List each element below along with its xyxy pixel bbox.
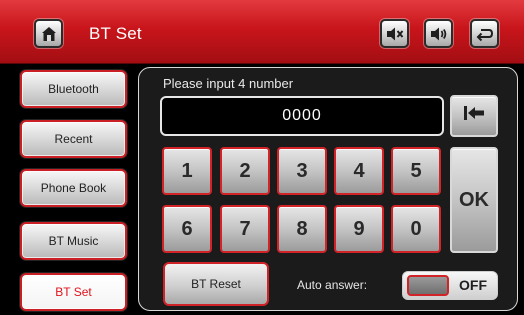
key-3[interactable]: 3	[277, 147, 327, 195]
sidebar-item-phone-book[interactable]: Phone Book	[20, 169, 127, 207]
backspace-button[interactable]	[450, 95, 498, 137]
sidebar-item-label: Recent	[54, 132, 93, 146]
home-button[interactable]	[34, 19, 63, 48]
key-7[interactable]: 7	[220, 205, 270, 253]
key-1[interactable]: 1	[162, 147, 212, 195]
key-5[interactable]: 5	[391, 147, 441, 195]
pin-input-display[interactable]: 0000	[160, 96, 444, 136]
key-2[interactable]: 2	[220, 147, 270, 195]
home-icon	[40, 25, 58, 43]
page-title: BT Set	[89, 24, 142, 43]
sidebar-item-label: BT Music	[48, 234, 99, 248]
key-0[interactable]: 0	[391, 205, 441, 253]
mute-icon	[385, 26, 405, 42]
key-6[interactable]: 6	[162, 205, 212, 253]
backspace-icon	[462, 104, 486, 128]
sidebar-item-bt-music[interactable]: BT Music	[20, 222, 127, 260]
back-button[interactable]	[470, 19, 499, 48]
auto-answer-label: Auto answer:	[297, 278, 368, 292]
toggle-state: OFF	[459, 277, 487, 293]
mute-button[interactable]	[380, 19, 409, 48]
key-4[interactable]: 4	[334, 147, 384, 195]
ok-button[interactable]: OK	[450, 147, 498, 253]
key-8[interactable]: 8	[277, 205, 327, 253]
sidebar-item-recent[interactable]: Recent	[20, 120, 127, 158]
volume-icon	[429, 26, 449, 42]
sidebar-item-bt-set[interactable]: BT Set	[20, 273, 127, 311]
bt-reset-button[interactable]: BT Reset	[163, 262, 269, 306]
sidebar-item-label: Phone Book	[40, 181, 107, 195]
header-bar: BT Set	[0, 0, 524, 64]
key-9[interactable]: 9	[334, 205, 384, 253]
auto-answer-toggle[interactable]: OFF	[402, 271, 498, 300]
pin-prompt: Please input 4 number	[163, 76, 294, 91]
toggle-knob[interactable]	[407, 275, 449, 296]
volume-button[interactable]	[424, 19, 453, 48]
sidebar-item-label: BT Set	[55, 285, 92, 299]
sidebar-item-label: Bluetooth	[48, 82, 99, 96]
sidebar-item-bluetooth[interactable]: Bluetooth	[20, 70, 127, 108]
back-icon	[475, 26, 495, 42]
